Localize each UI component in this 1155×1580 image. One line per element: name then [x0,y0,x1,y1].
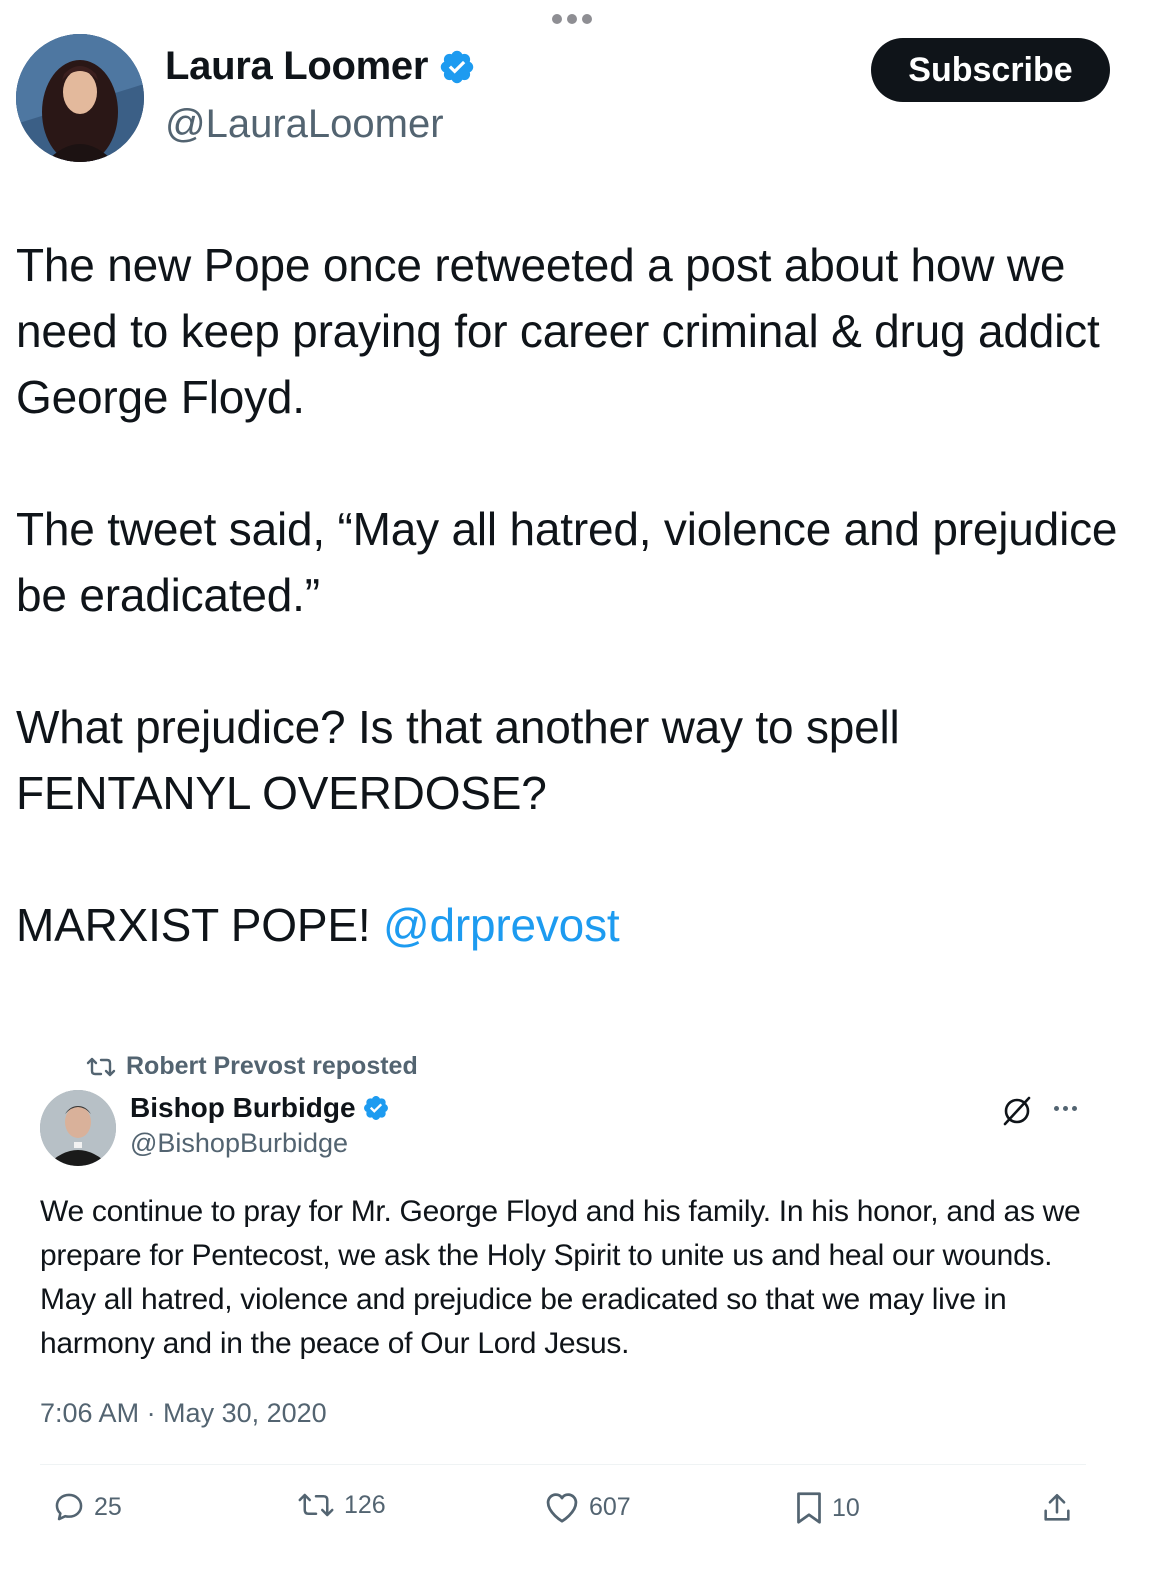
post-paragraph-4: MARXIST POPE! @drprevost [16,892,1136,958]
embed-display-name: Bishop Burbidge [130,1092,356,1123]
reply-count: 25 [94,1492,122,1521]
reply-action: 25 [52,1490,122,1524]
more-icon [1054,1106,1077,1111]
author-name-row: Laura Loomer [165,44,476,89]
like-action: 607 [543,1490,631,1524]
post-page: Laura Loomer @LauraLoomer Subscribe The … [0,0,1155,1580]
more-dots-icon[interactable] [552,14,592,24]
embedded-post-image[interactable]: Robert Prevost reposted Bishop Burbidge … [0,1022,1120,1580]
divider [40,1464,1086,1465]
verified-badge-icon [363,1096,388,1120]
author-handle[interactable]: @LauraLoomer [165,102,444,147]
grok-icon [1003,1096,1031,1126]
retweet-action: 126 [296,1490,386,1520]
embed-name-row: Bishop Burbidge [130,1092,390,1124]
repost-icon [86,1057,116,1076]
reply-icon [55,1493,83,1521]
retweet-count: 126 [344,1490,386,1519]
bookmark-action: 10 [794,1490,860,1526]
share-action [1040,1490,1074,1526]
post-paragraph-2: The tweet said, “May all hatred, violenc… [16,503,1118,621]
retweet-icon [298,1493,334,1517]
bookmark-count: 10 [832,1493,860,1522]
embed-avatar [40,1090,116,1166]
embed-action-bar: 25 126 607 10 [0,1490,1120,1534]
embed-timestamp: 7:06 AM · May 30, 2020 [40,1398,327,1428]
post-paragraph-3: What prejudice? Is that another way to s… [16,701,900,819]
repost-indicator: Robert Prevost reposted [86,1052,418,1081]
repost-label: Robert Prevost reposted [126,1052,418,1080]
bookmark-icon [797,1492,821,1524]
post-paragraph-1: The new Pope once retweeted a post about… [16,239,1100,423]
embed-post-text: We continue to pray for Mr. George Floyd… [40,1195,1081,1360]
avatar[interactable] [16,34,144,162]
like-count: 607 [589,1492,631,1521]
display-name[interactable]: Laura Loomer [165,44,428,89]
embed-handle: @BishopBurbidge [130,1128,349,1158]
subscribe-button[interactable]: Subscribe [871,38,1110,102]
verified-badge-icon [440,50,474,83]
mention-link[interactable]: @drprevost [383,899,620,951]
post-paragraph-4-text: MARXIST POPE! [16,899,383,951]
share-icon [1044,1493,1070,1521]
like-icon [546,1493,578,1523]
